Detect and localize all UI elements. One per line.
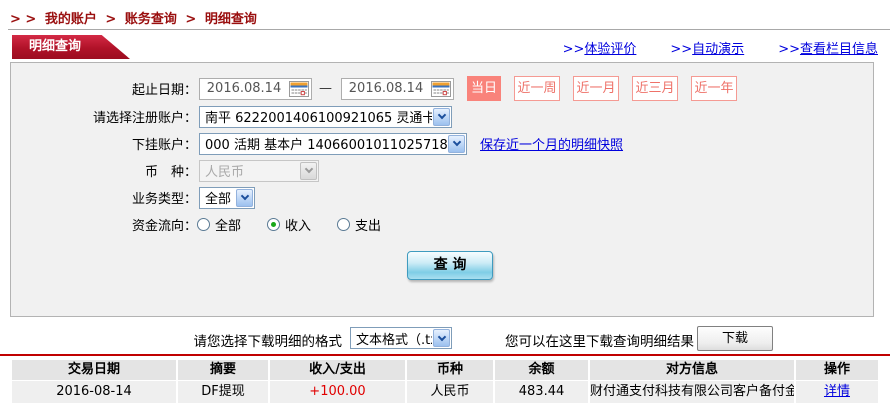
register-account-select[interactable]: 南平 6222001406100921065 灵通卡 [199,106,452,128]
fund-flow-row: 资金流向： 全部 收入 支出 [11,213,873,236]
col-header-balance: 余额 [495,360,588,380]
breadcrumb-item-my-account[interactable]: 我的账户 [45,12,97,27]
col-header-currency: 币种 [407,360,493,380]
quick-btn-last-year[interactable]: 近一年 [691,76,737,101]
query-form-panel: 起止日期： 2016.08.14 — [10,62,874,317]
date-range-label: 起止日期： [11,79,197,98]
business-type-row: 业务类型： 全部 [11,186,873,209]
breadcrumb-item-account-query[interactable]: 账务查询 [125,12,177,27]
fund-flow-label: 资金流向： [11,215,197,234]
query-button[interactable]: 查 询 [407,251,493,280]
radio-all[interactable]: 全部 [197,215,241,234]
cell-amount: +100.00 [270,381,405,403]
sub-account-label: 下挂账户： [11,134,197,153]
link-prefix: >> [778,42,800,57]
currency-label: 币 种： [11,161,197,180]
chevron-down-icon[interactable] [236,189,253,207]
breadcrumb-separator: > [105,12,116,27]
download-hint-text: 您可以在这里下载查询明细结果 [505,330,694,350]
register-account-label: 请选择注册账户： [11,107,197,126]
calendar-icon[interactable] [430,80,452,98]
col-header-counterparty: 对方信息 [590,360,794,380]
business-type-select[interactable]: 全部 [199,187,255,209]
radio-income-label: 收入 [285,215,311,234]
currency-row: 币 种： 人民币 [11,159,873,182]
link-label: 体验评价 [584,42,636,57]
breadcrumb: > > 我的账户 > 账务查询 > 明细查询 [10,8,261,27]
register-account-row: 请选择注册账户： 南平 6222001406100921065 灵通卡 [11,105,873,128]
col-header-amount: 收入/支出 [270,360,405,380]
detail-query-page: > > 我的账户 > 账务查询 > 明细查询 明细查询 >>体验评价 >>自动演… [0,0,890,413]
radio-icon[interactable] [197,218,210,231]
cell-currency: 人民币 [407,381,493,403]
download-format-label: 请您选择下载明细的格式 [194,330,343,350]
table-top-divider [0,354,890,356]
currency-select: 人民币 [199,160,319,182]
radio-income[interactable]: 收入 [267,215,311,234]
link-label: 自动演示 [692,42,744,57]
breadcrumb-separator: > [185,12,196,27]
header-links: >>体验评价 >>自动演示 >>查看栏目信息 [563,38,878,57]
radio-all-label: 全部 [215,215,241,234]
date-range-dash: — [319,81,332,96]
link-label: 查看栏目信息 [800,42,878,57]
link-prefix: >> [563,42,585,57]
breadcrumb-item-detail-query: 明细查询 [205,12,257,27]
cell-balance: 483.44 [495,381,588,403]
cell-action: 详情 [796,381,878,403]
table-row: 2016-08-14 DF提现 +100.00 人民币 483.44 财付通支付… [12,381,878,403]
link-auto-demo[interactable]: >>自动演示 [670,38,744,57]
link-experience-evaluation[interactable]: >>体验评价 [563,38,637,57]
save-snapshot-link[interactable]: 保存近一个月的明细快照 [480,134,623,153]
download-button[interactable]: 下载 [697,326,773,351]
chevron-down-icon[interactable] [448,135,465,153]
cell-date: 2016-08-14 [12,381,176,403]
calendar-icon[interactable] [288,80,310,98]
business-type-value: 全部 [200,188,235,207]
col-header-action: 操作 [796,360,878,380]
currency-value: 人民币 [200,161,299,180]
sub-account-value: 000 活期 基本户 1406600101102571848 [200,134,447,153]
detail-link[interactable]: 详情 [824,384,850,399]
radio-icon[interactable] [337,218,350,231]
download-format-value: 文本格式（.txt） [351,329,432,348]
start-date-value: 2016.08.14 [200,81,288,96]
cell-counterparty: 财付通支付科技有限公司客户备付金 [590,381,794,403]
link-prefix: >> [670,42,692,57]
chevron-down-icon [300,162,317,180]
cell-summary: DF提现 [178,381,268,403]
quick-btn-last-3-months[interactable]: 近三月 [632,76,678,101]
end-date-value: 2016.08.14 [342,81,430,96]
download-format-select[interactable]: 文本格式（.txt） [350,327,452,349]
results-table: 交易日期 摘要 收入/支出 币种 余额 对方信息 操作 2016-08-14 D… [12,360,878,404]
end-date-input[interactable]: 2016.08.14 [341,78,454,100]
breadcrumb-prefix: > > [10,12,36,27]
chevron-down-icon[interactable] [433,329,450,347]
top-divider [8,29,890,30]
quick-btn-last-month[interactable]: 近一月 [573,76,619,101]
radio-expense[interactable]: 支出 [337,215,381,234]
tab-detail-query[interactable]: 明细查询 [12,35,130,59]
start-date-input[interactable]: 2016.08.14 [199,78,312,100]
col-header-date: 交易日期 [12,360,176,380]
date-range-row: 起止日期： 2016.08.14 — [11,76,873,101]
sub-account-row: 下挂账户： 000 活期 基本户 1406600101102571848 保存近… [11,132,873,155]
link-view-column-info[interactable]: >>查看栏目信息 [778,38,878,57]
quick-btn-today[interactable]: 当日 [467,76,501,101]
sub-account-select[interactable]: 000 活期 基本户 1406600101102571848 [199,133,467,155]
business-type-label: 业务类型： [11,188,197,207]
register-account-value: 南平 6222001406100921065 灵通卡 [200,107,432,126]
radio-expense-label: 支出 [355,215,381,234]
col-header-summary: 摘要 [178,360,268,380]
quick-btn-last-week[interactable]: 近一周 [514,76,560,101]
table-header-row: 交易日期 摘要 收入/支出 币种 余额 对方信息 操作 [12,360,878,380]
chevron-down-icon[interactable] [433,108,450,126]
download-section: 请您选择下载明细的格式 文本格式（.txt） 您可以在这里下载查询明细结果 下载 [0,324,890,352]
radio-checked-icon[interactable] [267,218,280,231]
